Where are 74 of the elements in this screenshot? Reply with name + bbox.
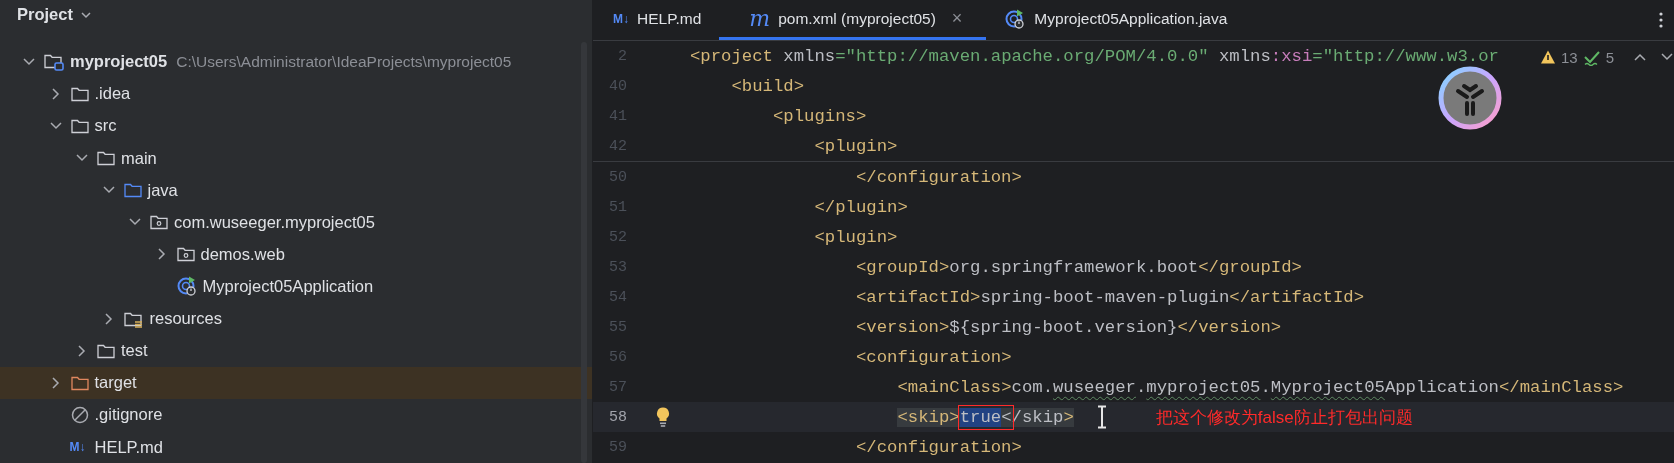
tree-item[interactable]: Myproject05Application: [0, 270, 592, 303]
project-path: C:\Users\Administrator\IdeaProjects\myproject05: [176, 52, 512, 71]
ignore-file-icon: [69, 404, 90, 425]
tree-item[interactable]: test: [0, 334, 592, 367]
editor-tab[interactable]: m pom.xml (myproject05) ×: [719, 0, 987, 40]
tree-item[interactable]: .idea: [0, 77, 592, 110]
code-line: <artifactId>spring-boot-maven-plugin</artifactId>: [854, 287, 1365, 307]
tree-item-label: .idea: [94, 84, 131, 104]
tab-label: HELP.md: [637, 9, 702, 28]
code-line: </plugin>: [813, 197, 908, 217]
spring-class-icon: [1004, 7, 1027, 30]
close-icon[interactable]: ×: [951, 8, 963, 29]
tree-item[interactable]: resources: [0, 302, 592, 335]
tree-item[interactable]: myproject05 C:\Users\Administrator\IdeaProjects\myproject05: [0, 45, 592, 78]
tree-item-label: main: [121, 148, 157, 168]
code-line: <plugin>: [813, 136, 898, 156]
code-line: <groupId>org.springframework.boot</groupId>: [854, 257, 1302, 277]
editor-tab[interactable]: Myproject05Application.java: [986, 0, 1246, 40]
tree-item-label: target: [94, 373, 137, 393]
maven-icon: m: [749, 6, 771, 31]
tree-item-label: com.wuseeger.myproject05: [174, 212, 375, 232]
tree-item[interactable]: com.wuseeger.myproject05: [0, 206, 592, 239]
panel-title[interactable]: Project: [17, 5, 73, 25]
annotation-note: 把这个修改为false防止打包出问题: [1155, 406, 1413, 429]
line-number: 58: [608, 408, 627, 426]
tree-item-label: myproject05: [70, 52, 168, 72]
text-cursor-icon: [1095, 405, 1108, 429]
chevron-down-icon[interactable]: [23, 57, 35, 66]
scrollbar[interactable]: [581, 42, 587, 463]
chevron-right-icon[interactable]: [51, 376, 60, 389]
tree-item-label: HELP.md: [94, 437, 163, 457]
code-line: <plugins>: [771, 106, 867, 126]
tree-item-label: demos.web: [200, 244, 285, 264]
tree-item[interactable]: M↓ HELP.md: [0, 430, 592, 463]
tab-label: Myproject05Application.java: [1034, 9, 1228, 28]
tab-label: pom.xml (myproject05): [778, 9, 936, 28]
chevron-down-icon[interactable]: [76, 154, 88, 162]
lightbulb-icon[interactable]: [655, 406, 671, 428]
tree-item[interactable]: .gitignore: [0, 398, 592, 431]
chevron-right-icon[interactable]: [157, 248, 166, 261]
tree-item[interactable]: main: [0, 141, 592, 175]
warning-count[interactable]: 13: [1560, 48, 1578, 66]
markdown-icon: M↓: [69, 440, 90, 454]
code-line: <configuration>: [854, 347, 1012, 367]
tree-item[interactable]: target: [0, 366, 592, 399]
chevron-down-icon[interactable]: [129, 218, 141, 227]
code-line: <plugin>: [813, 227, 898, 247]
tree-item-label: resources: [149, 309, 222, 329]
tree-item[interactable]: demos.web: [0, 238, 592, 271]
tree-item[interactable]: java: [0, 174, 592, 207]
tree-item-label: test: [121, 341, 148, 361]
chevron-right-icon[interactable]: [104, 312, 113, 325]
spring-class-icon: [175, 275, 198, 298]
tree-item-label: .gitignore: [94, 405, 163, 425]
code-line: <mainClass>com.wuseeger.myproject05.Myproject05Application</mainClass>: [896, 377, 1624, 397]
chevron-right-icon[interactable]: [78, 344, 86, 357]
tree-item-label: src: [94, 116, 117, 136]
avatar-icon: [1438, 66, 1502, 130]
code-line: <build>: [730, 76, 805, 96]
chevron-down-icon[interactable]: [49, 121, 62, 130]
code-line: <version>${spring-boot.version}</version>: [854, 317, 1282, 337]
editor-tab[interactable]: M↓ HELP.md: [595, 0, 720, 40]
tree-item[interactable]: src: [0, 109, 592, 142]
markdown-icon: M↓: [613, 11, 629, 26]
chevron-right-icon[interactable]: [51, 87, 60, 100]
code-line: </configuration>: [854, 437, 1022, 457]
more-icon[interactable]: [1658, 10, 1664, 30]
chevron-down-icon[interactable]: [102, 186, 115, 195]
check-count[interactable]: 5: [1605, 48, 1614, 66]
warning-icon: [1539, 49, 1556, 65]
tree-item-label: java: [147, 180, 178, 200]
code-line: <project xmlns="http://maven.apache.org/POM/4.0.0" xmlns:xsi="http://www.w3.or: [690, 46, 1499, 66]
code-line: </configuration>: [854, 167, 1022, 187]
tree-item-label: Myproject05Application: [202, 276, 374, 296]
